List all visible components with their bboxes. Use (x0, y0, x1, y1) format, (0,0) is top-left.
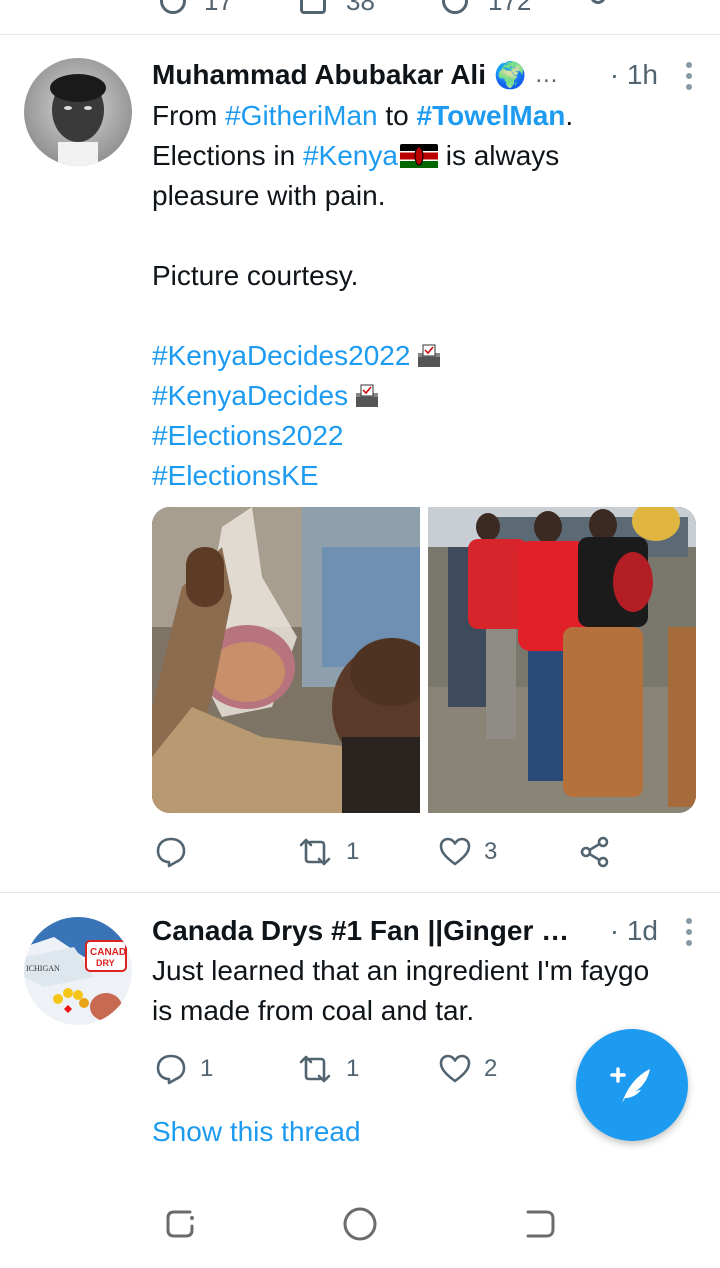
retweet-icon (299, 838, 331, 866)
recent-apps-icon[interactable] (156, 1200, 204, 1248)
tweet-media[interactable] (152, 507, 696, 813)
retweet-count: 1 (346, 838, 360, 865)
text-line: Just learned that an ingredient I'm fayg… (152, 955, 650, 986)
more-options-icon[interactable] (686, 918, 692, 951)
share-icon (580, 836, 609, 868)
previous-tweet-actions: 17 38 172 (0, 0, 720, 35)
tweet[interactable]: Muhammad Abubakar Ali 🌍 … · 1h From #Git… (0, 34, 720, 892)
more-options-icon[interactable] (686, 62, 692, 95)
text-segment: to (377, 100, 417, 131)
hashtag-elections2022[interactable]: #Elections2022 (152, 420, 343, 451)
tweet-text: From #GitheriMan to #TowelMan. Elections… (152, 96, 692, 496)
timestamp[interactable]: · 1h (610, 59, 692, 91)
avatar[interactable]: CANAD DRY ICHIGAN (24, 917, 132, 1025)
text-segment: Elections in (152, 140, 303, 171)
timestamp[interactable]: · 1d (610, 915, 692, 947)
hashtag-kenyadecides[interactable]: #KenyaDecides (152, 380, 348, 411)
hashtag-kenyadecides2022[interactable]: #KenyaDecides2022 (152, 340, 410, 371)
retweet-icon[interactable] (300, 0, 326, 14)
tweet-actions: 1 1 2 (152, 1049, 632, 1089)
author-name[interactable]: Canada Drys #1 Fan ||Ginger … (152, 915, 569, 947)
photo-towel-man[interactable] (428, 507, 696, 813)
tweet-text: Just learned that an ingredient I'm fayg… (152, 951, 692, 1031)
like-button[interactable]: 2 (438, 1049, 497, 1089)
text-segment: is always (437, 140, 560, 171)
author-name[interactable]: Muhammad Abubakar Ali (152, 59, 486, 91)
system-navigation-bar (0, 1180, 720, 1268)
avatar[interactable] (24, 58, 132, 166)
retweet-count: 38 (346, 0, 375, 16)
retweet-icon (299, 1055, 331, 1083)
text-line: is made from coal and tar. (152, 995, 475, 1026)
hashtag-githeriman[interactable]: #GitheriMan (225, 100, 378, 131)
name-truncation: … (534, 61, 559, 88)
globe-emoji: 🌍 (493, 59, 527, 90)
kenya-flag-icon (399, 144, 438, 168)
text-segment: . (565, 100, 574, 131)
like-count: 3 (484, 838, 498, 865)
photo-githeri-man[interactable] (152, 507, 434, 813)
reply-icon[interactable] (160, 0, 186, 14)
heart-icon (439, 837, 471, 866)
share-icon[interactable] (590, 0, 606, 4)
svg-text:DRY: DRY (96, 958, 115, 968)
share-button[interactable] (580, 832, 610, 872)
reply-icon (156, 1054, 186, 1085)
show-thread-link[interactable]: Show this thread (152, 1116, 361, 1148)
retweet-button[interactable]: 1 (296, 1049, 359, 1089)
reply-count: 17 (204, 0, 233, 16)
compose-tweet-button[interactable] (576, 1029, 688, 1141)
like-count: 2 (484, 1055, 498, 1082)
like-count: 172 (488, 0, 532, 16)
reply-button[interactable] (154, 832, 200, 872)
text-segment: From (152, 100, 226, 131)
text-line: Picture courtesy. (152, 260, 359, 291)
back-icon[interactable] (516, 1200, 564, 1248)
hashtag-electionske[interactable]: #ElectionsKE (152, 460, 319, 491)
ballot-box-icon (418, 344, 441, 367)
hashtag-towelman[interactable]: #TowelMan (417, 100, 566, 131)
tweet-actions: 1 3 (152, 832, 632, 872)
like-icon[interactable] (442, 0, 468, 14)
like-button[interactable]: 3 (438, 832, 497, 872)
text-line: pleasure with pain. (152, 180, 386, 211)
reply-button[interactable]: 1 (154, 1049, 213, 1089)
reply-icon (156, 837, 186, 868)
svg-text:CANAD: CANAD (90, 947, 126, 958)
compose-feather-icon (610, 1067, 650, 1103)
heart-icon (439, 1054, 471, 1083)
reply-count: 1 (200, 1055, 214, 1082)
home-icon[interactable] (336, 1200, 384, 1248)
retweet-button[interactable]: 1 (296, 832, 359, 872)
svg-text:ICHIGAN: ICHIGAN (26, 964, 60, 973)
ballot-box-icon (356, 384, 379, 407)
hashtag-kenya[interactable]: #Kenya (303, 140, 398, 171)
retweet-count: 1 (346, 1055, 360, 1082)
